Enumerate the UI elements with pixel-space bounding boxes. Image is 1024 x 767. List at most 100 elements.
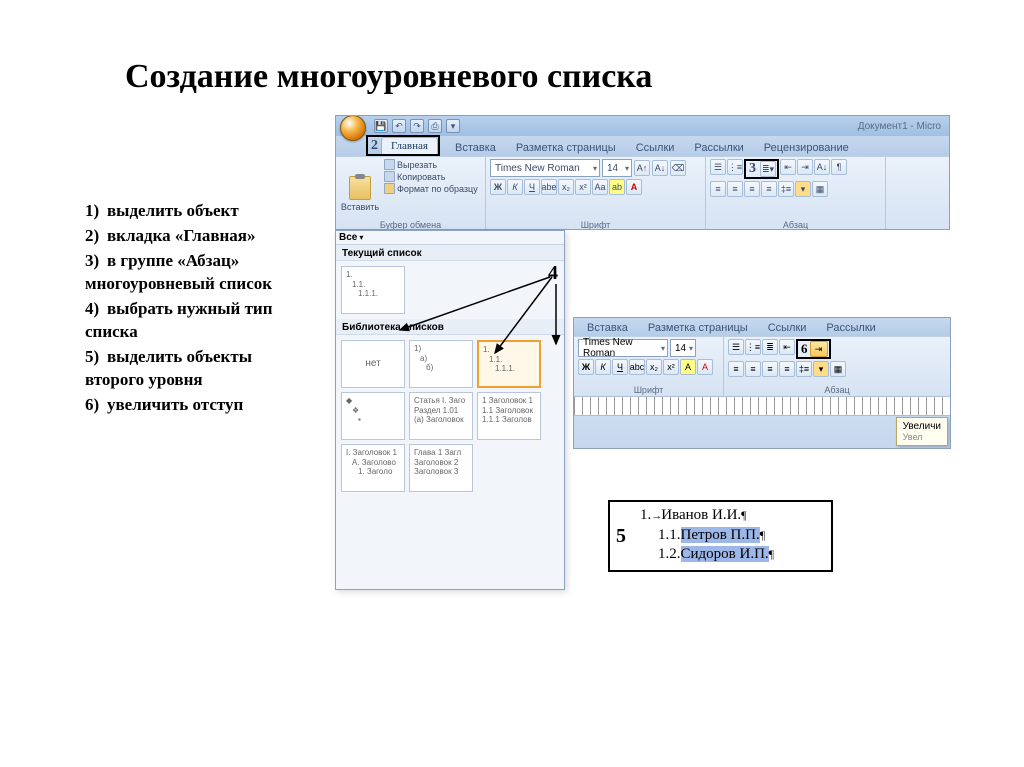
- quick-access-toolbar: 💾 ↶ ↷ ⎙ ▾ Документ1 - Micro: [336, 116, 949, 136]
- group-paragraph: ☰ ⋮≡ 3 ≣▾ ⇤ ⇥ A↓ ¶ ≡ ≡ ≡ ≡ ‡≡ ▾ ▦ Абзац: [706, 157, 886, 230]
- show-marks-button[interactable]: ¶: [831, 159, 847, 175]
- ruler[interactable]: [574, 396, 950, 416]
- callout-2: 2 Главная: [366, 135, 440, 156]
- align-left-button[interactable]: ≡: [710, 181, 726, 197]
- thumb-style-6[interactable]: I. Заголовок 1A. Заголово1. Заголо: [341, 444, 405, 492]
- qat-more-icon[interactable]: ▾: [446, 119, 460, 133]
- tab-mailings[interactable]: Рассылки: [685, 140, 752, 156]
- r2-bullets[interactable]: ☰: [728, 339, 744, 355]
- tab-review[interactable]: Рецензирование: [755, 140, 858, 156]
- increase-indent-button[interactable]: ⇥: [797, 159, 813, 175]
- copy-icon: [384, 171, 395, 182]
- underline-button[interactable]: Ч: [524, 179, 540, 195]
- justify-button[interactable]: ≡: [761, 181, 777, 197]
- gallery-all-row[interactable]: Все▾: [336, 231, 564, 245]
- clear-format-icon[interactable]: ⌫: [670, 160, 686, 176]
- r2-italic[interactable]: К: [595, 359, 611, 375]
- tab2-layout[interactable]: Разметка страницы: [639, 320, 757, 336]
- r2-underline[interactable]: Ч: [612, 359, 628, 375]
- r2-color[interactable]: A: [697, 359, 713, 375]
- slide-title: Создание многоуровневого списка: [125, 58, 652, 96]
- step-3: 3)в группе «Абзац» многоуровневый список: [85, 250, 315, 296]
- font-size-combo[interactable]: 14: [602, 159, 632, 177]
- r2-borders[interactable]: ▦: [830, 361, 846, 377]
- r2-align-r[interactable]: ≡: [762, 361, 778, 377]
- sort-button[interactable]: A↓: [814, 159, 830, 175]
- strike-button[interactable]: abe: [541, 179, 557, 195]
- r2-justify[interactable]: ≡: [779, 361, 795, 377]
- ribbon2-tabs: Вставка Разметка страницы Ссылки Рассылк…: [574, 318, 950, 336]
- step-6: 6)увеличить отступ: [85, 394, 315, 417]
- r2-spacing[interactable]: ‡≡: [796, 361, 812, 377]
- align-center-button[interactable]: ≡: [727, 181, 743, 197]
- gallery-section-current: Текущий список: [336, 245, 564, 261]
- qat-undo-icon[interactable]: ↶: [392, 119, 406, 133]
- r2-strike[interactable]: abc: [629, 359, 645, 375]
- qat-save-icon[interactable]: 💾: [374, 119, 388, 133]
- tab2-insert[interactable]: Вставка: [578, 320, 637, 336]
- r2-dec-indent[interactable]: ⇤: [779, 339, 795, 355]
- callout-6: 6 ⇥: [796, 339, 831, 359]
- tab2-references[interactable]: Ссылки: [759, 320, 816, 336]
- brush-icon: [384, 183, 395, 194]
- line-spacing-button[interactable]: ‡≡: [778, 181, 794, 197]
- thumb-style-5[interactable]: 1 Заголовок 11.1 Заголовок1.1.1 Заголов: [477, 392, 541, 440]
- bullets-button[interactable]: ☰: [710, 159, 726, 175]
- qat-redo-icon[interactable]: ↷: [410, 119, 424, 133]
- r2-multilevel[interactable]: ≣: [762, 339, 778, 355]
- subscript-button[interactable]: x₂: [558, 179, 574, 195]
- numbering-button[interactable]: ⋮≡: [727, 159, 743, 175]
- r2-shading[interactable]: ▾: [813, 361, 829, 377]
- borders-button[interactable]: ▦: [812, 181, 828, 197]
- tab-home[interactable]: Главная: [381, 137, 438, 154]
- tab-layout[interactable]: Разметка страницы: [507, 140, 625, 156]
- tab-references[interactable]: Ссылки: [627, 140, 684, 156]
- multilevel-list-button[interactable]: ≣▾: [760, 161, 776, 177]
- thumb-style-4[interactable]: Статья I. ЗагоРаздел 1.01(a) Заголовок: [409, 392, 473, 440]
- grow-font-icon[interactable]: A↑: [634, 160, 650, 176]
- r2-numbering[interactable]: ⋮≡: [745, 339, 761, 355]
- ribbon-main: 💾 ↶ ↷ ⎙ ▾ Документ1 - Micro 2 Главная Вс…: [335, 115, 950, 230]
- format-painter-button[interactable]: Формат по образцу: [382, 183, 480, 194]
- scissors-icon: [384, 159, 395, 170]
- tab-insert[interactable]: Вставка: [446, 140, 505, 156]
- cut-button[interactable]: Вырезать: [382, 159, 480, 170]
- copy-button[interactable]: Копировать: [382, 171, 480, 182]
- callout-3: 3 ≣▾: [744, 159, 779, 179]
- ribbon-tabs: 2 Главная Вставка Разметка страницы Ссыл…: [336, 136, 949, 156]
- align-right-button[interactable]: ≡: [744, 181, 760, 197]
- tooltip-increase-indent: Увеличи Увел: [896, 417, 948, 446]
- tab2-mailings[interactable]: Рассылки: [817, 320, 884, 336]
- qat-print-icon[interactable]: ⎙: [428, 119, 442, 133]
- r2-font-combo[interactable]: Times New Roman: [578, 339, 668, 357]
- shading-button[interactable]: ▾: [795, 181, 811, 197]
- step-5: 5)выделить объекты второго уровня: [85, 346, 315, 392]
- italic-button[interactable]: К: [507, 179, 523, 195]
- highlight-button[interactable]: ab: [609, 179, 625, 195]
- sample-row-1: 1.→Иванов И.И.: [640, 506, 774, 526]
- thumb-style-7[interactable]: Глава 1 ЗаглЗаголовок 2Заголовок 3: [409, 444, 473, 492]
- r2-align-c[interactable]: ≡: [745, 361, 761, 377]
- r2-size-combo[interactable]: 14: [670, 339, 696, 357]
- r2-sub[interactable]: x₂: [646, 359, 662, 375]
- step-1: 1)выделить объект: [85, 200, 315, 223]
- font-name-combo[interactable]: Times New Roman: [490, 159, 600, 177]
- superscript-button[interactable]: x²: [575, 179, 591, 195]
- r2-highlight[interactable]: A: [680, 359, 696, 375]
- r2-increase-indent-button[interactable]: ⇥: [810, 341, 828, 357]
- font-color-button[interactable]: A: [626, 179, 642, 195]
- office-button[interactable]: [340, 115, 366, 141]
- thumb-style-3[interactable]: ◆❖▪: [341, 392, 405, 440]
- change-case-button[interactable]: Aa: [592, 179, 608, 195]
- r2-align-l[interactable]: ≡: [728, 361, 744, 377]
- shrink-font-icon[interactable]: A↓: [652, 160, 668, 176]
- r2-bold[interactable]: Ж: [578, 359, 594, 375]
- r2-sup[interactable]: x²: [663, 359, 679, 375]
- decrease-indent-button[interactable]: ⇤: [780, 159, 796, 175]
- bold-button[interactable]: Ж: [490, 179, 506, 195]
- paste-button[interactable]: Вставить: [340, 159, 380, 229]
- group-font: Times New Roman 14 A↑ A↓ ⌫ Ж К Ч abe x₂ …: [486, 157, 706, 230]
- r2-font-label: Шрифт: [574, 385, 723, 395]
- arrow-4-down: [548, 284, 568, 354]
- ribbon-secondary: Вставка Разметка страницы Ссылки Рассылк…: [573, 317, 951, 449]
